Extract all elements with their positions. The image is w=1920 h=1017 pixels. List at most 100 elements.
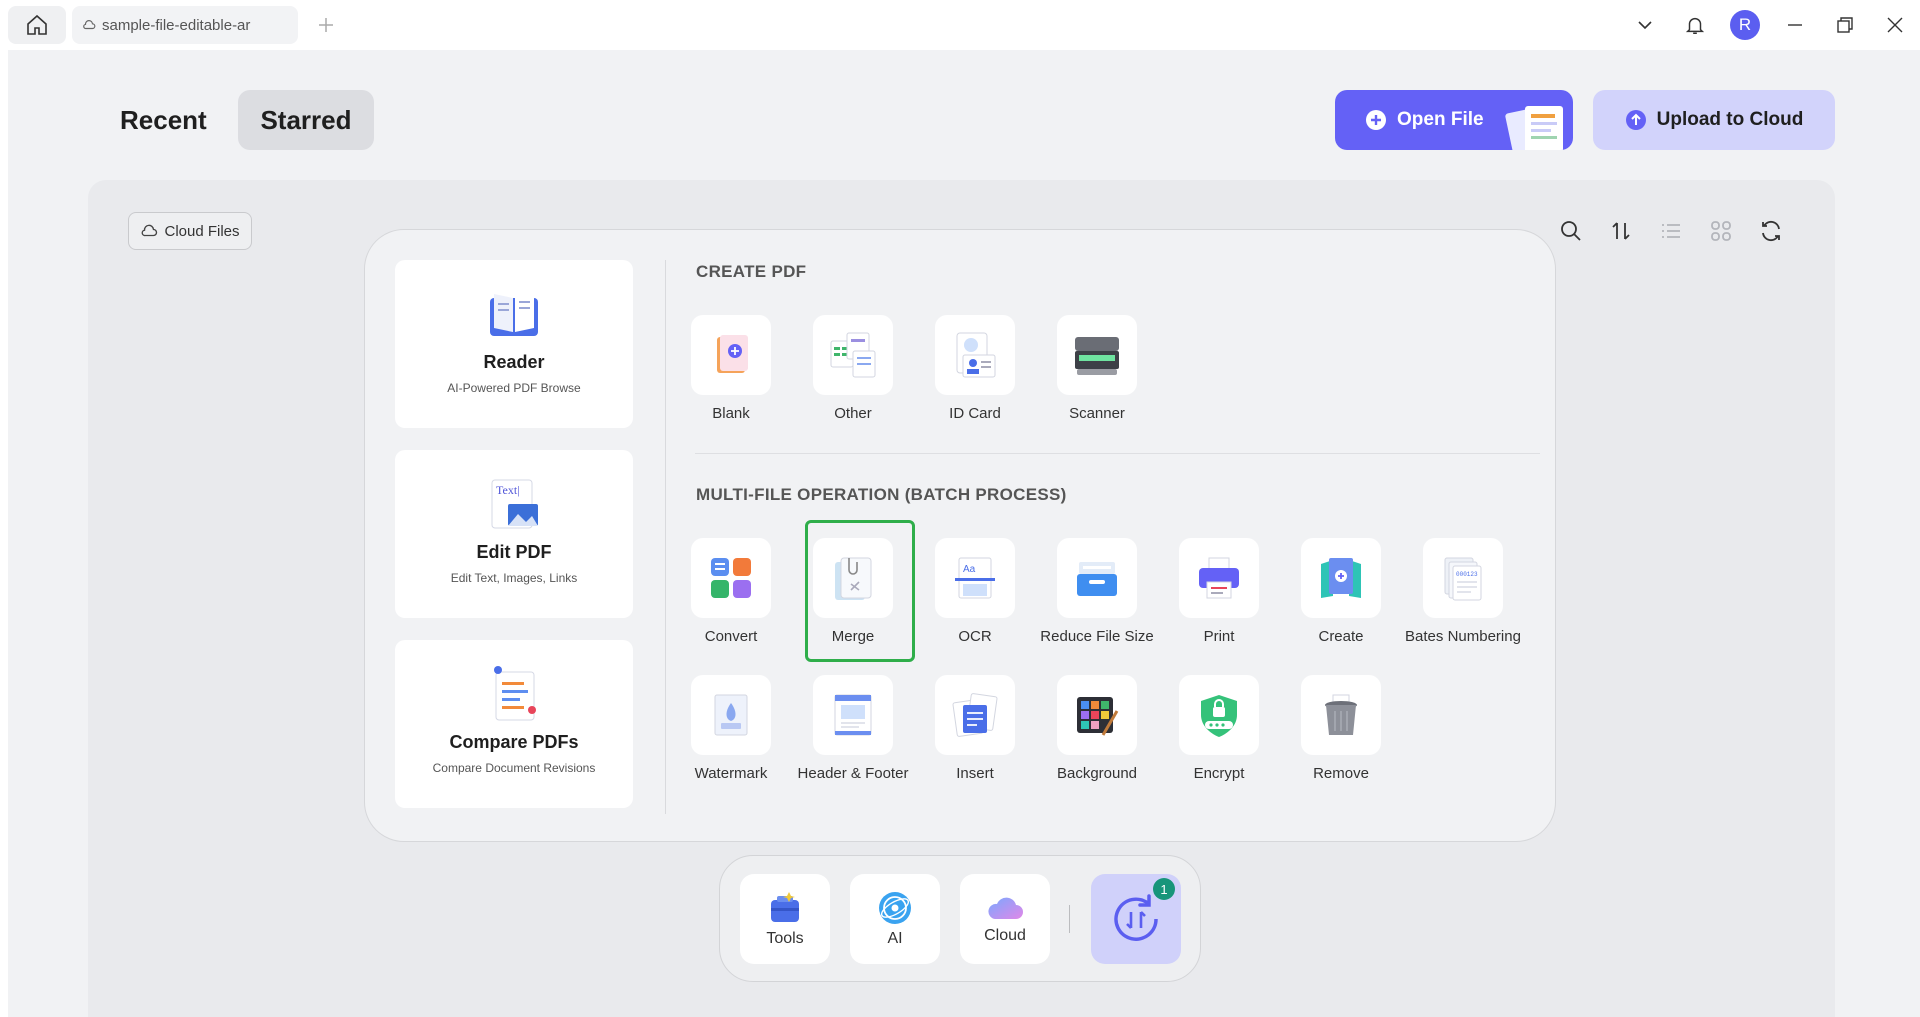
dock-tools[interactable]: Tools <box>740 874 830 964</box>
tool-reduce-file-size[interactable]: Reduce File Size <box>1036 538 1158 648</box>
tool-encrypt[interactable]: Encrypt <box>1158 675 1280 785</box>
reader-title: Reader <box>483 352 545 372</box>
edit-pdf-title: Edit PDF <box>476 542 552 562</box>
tool-convert[interactable]: Convert <box>670 538 792 648</box>
open-file-button[interactable]: Open File <box>1335 90 1573 150</box>
notifications-button[interactable] <box>1670 0 1720 50</box>
refresh-icon <box>1762 220 1780 242</box>
minimize-icon <box>1788 24 1802 26</box>
edit-pdf-icon: Text| <box>491 479 538 529</box>
batch-heading: MULTI-FILE OPERATION (BATCH PROCESS) <box>696 485 1067 504</box>
document-tab[interactable]: sample-file-editable-ar <box>72 6 298 44</box>
dock-cloud-label: Cloud <box>984 927 1026 944</box>
search-button[interactable] <box>1554 214 1588 248</box>
compare-pdfs-subtitle: Compare Document Revisions <box>432 761 596 775</box>
dock-separator <box>1069 905 1070 933</box>
dock-sync-button[interactable]: 1 <box>1091 874 1181 964</box>
tool-create-label: Create <box>1318 628 1364 645</box>
tool-blank[interactable]: Blank <box>670 315 792 425</box>
edit-pdf-subtitle: Edit Text, Images, Links <box>450 571 578 585</box>
home-button[interactable] <box>8 6 66 44</box>
avatar: R <box>1730 10 1760 40</box>
tool-watermark[interactable]: Watermark <box>670 675 792 785</box>
cloud-files-label: Cloud Files <box>164 222 240 240</box>
svg-text:Aa: Aa <box>963 564 976 575</box>
tool-bates-numbering[interactable]: 000123 Bates Numbering <box>1402 538 1524 648</box>
restore-icon <box>1837 17 1853 33</box>
ai-icon <box>879 892 911 924</box>
tab-recent[interactable]: Recent <box>104 90 223 150</box>
upload-to-cloud-button[interactable]: Upload to Cloud <box>1593 90 1835 150</box>
print-icon <box>1199 557 1239 599</box>
tool-insert[interactable]: Insert <box>914 675 1036 785</box>
tool-remove[interactable]: Remove <box>1280 675 1402 785</box>
home-icon <box>27 14 47 35</box>
tool-insert-label: Insert <box>956 765 994 782</box>
id-card-icon <box>956 332 996 378</box>
cloud-icon <box>83 20 96 30</box>
dock-cloud[interactable]: Cloud <box>960 874 1050 964</box>
edit-pdf-card[interactable]: Text| Edit PDF Edit Text, Images, Links <box>395 450 633 618</box>
dock-ai[interactable]: AI <box>850 874 940 964</box>
dock-tools-label: Tools <box>766 930 804 947</box>
tools-icon <box>771 892 799 922</box>
svg-text:000123: 000123 <box>1456 571 1478 578</box>
plus-icon <box>319 18 333 32</box>
scanner-icon <box>1075 337 1119 375</box>
grid-view-button[interactable] <box>1704 214 1738 248</box>
documents-illustration-icon <box>1505 106 1563 150</box>
tool-id-card[interactable]: ID Card <box>914 315 1036 425</box>
document-tab-title: sample-file-editable-ar <box>102 16 251 34</box>
tool-id-card-label: ID Card <box>949 405 1001 422</box>
sort-icon <box>1612 222 1630 240</box>
bates-numbering-icon: 000123 <box>1444 557 1482 601</box>
tool-other[interactable]: Other <box>792 315 914 425</box>
svg-text:Text|: Text| <box>496 483 520 497</box>
compare-pdfs-card[interactable]: Compare PDFs Compare Document Revisions <box>395 640 633 808</box>
reader-icon <box>490 292 538 336</box>
new-tab-button[interactable] <box>314 13 338 37</box>
list-view-button[interactable] <box>1654 214 1688 248</box>
restore-button[interactable] <box>1820 0 1870 50</box>
tool-create[interactable]: Create <box>1280 538 1402 648</box>
tab-starred[interactable]: Starred <box>238 90 374 150</box>
bottom-dock: Tools AI Cloud 1 <box>719 855 1201 982</box>
other-icon <box>830 332 876 378</box>
merge-icon <box>835 557 872 600</box>
account-button[interactable]: R <box>1720 0 1770 50</box>
dock-ai-label: AI <box>887 930 903 947</box>
sort-button[interactable] <box>1604 214 1638 248</box>
minimize-button[interactable] <box>1770 0 1820 50</box>
refresh-button[interactable] <box>1754 214 1788 248</box>
list-view-icon <box>1662 224 1680 238</box>
tools-popup: Reader AI-Powered PDF Browse Text| Edit … <box>364 229 1556 842</box>
tool-convert-label: Convert <box>704 628 758 645</box>
tabs-dropdown-button[interactable] <box>1620 0 1670 50</box>
tool-background[interactable]: Background <box>1036 675 1158 785</box>
ocr-icon: Aa <box>955 557 995 599</box>
tool-scanner-label: Scanner <box>1069 405 1125 422</box>
watermark-icon <box>714 694 748 736</box>
tool-merge[interactable]: Merge <box>792 520 915 662</box>
sync-badge: 1 <box>1153 878 1175 900</box>
close-button[interactable] <box>1870 0 1920 50</box>
tool-bates-numbering-label: Bates Numbering <box>1405 628 1521 645</box>
open-file-label: Open File <box>1397 109 1484 130</box>
tool-background-label: Background <box>1056 765 1138 782</box>
insert-icon <box>952 693 998 737</box>
convert-icon <box>711 558 751 598</box>
cloud-icon <box>988 897 1023 919</box>
cloud-files-button[interactable]: Cloud Files <box>128 212 252 250</box>
tool-header-footer-label: Header & Footer <box>797 765 909 782</box>
upload-to-cloud-label: Upload to Cloud <box>1656 109 1804 130</box>
tool-header-footer[interactable]: Header & Footer <box>792 675 914 785</box>
upload-icon <box>1625 110 1646 130</box>
tool-ocr[interactable]: Aa OCR <box>914 538 1036 648</box>
tool-encrypt-label: Encrypt <box>1193 765 1245 782</box>
tool-scanner[interactable]: Scanner <box>1036 315 1158 425</box>
create-icon <box>1321 558 1361 598</box>
tool-print-label: Print <box>1203 628 1235 645</box>
blank-icon <box>717 335 748 373</box>
tool-print[interactable]: Print <box>1158 538 1280 648</box>
reader-card[interactable]: Reader AI-Powered PDF Browse <box>395 260 633 428</box>
